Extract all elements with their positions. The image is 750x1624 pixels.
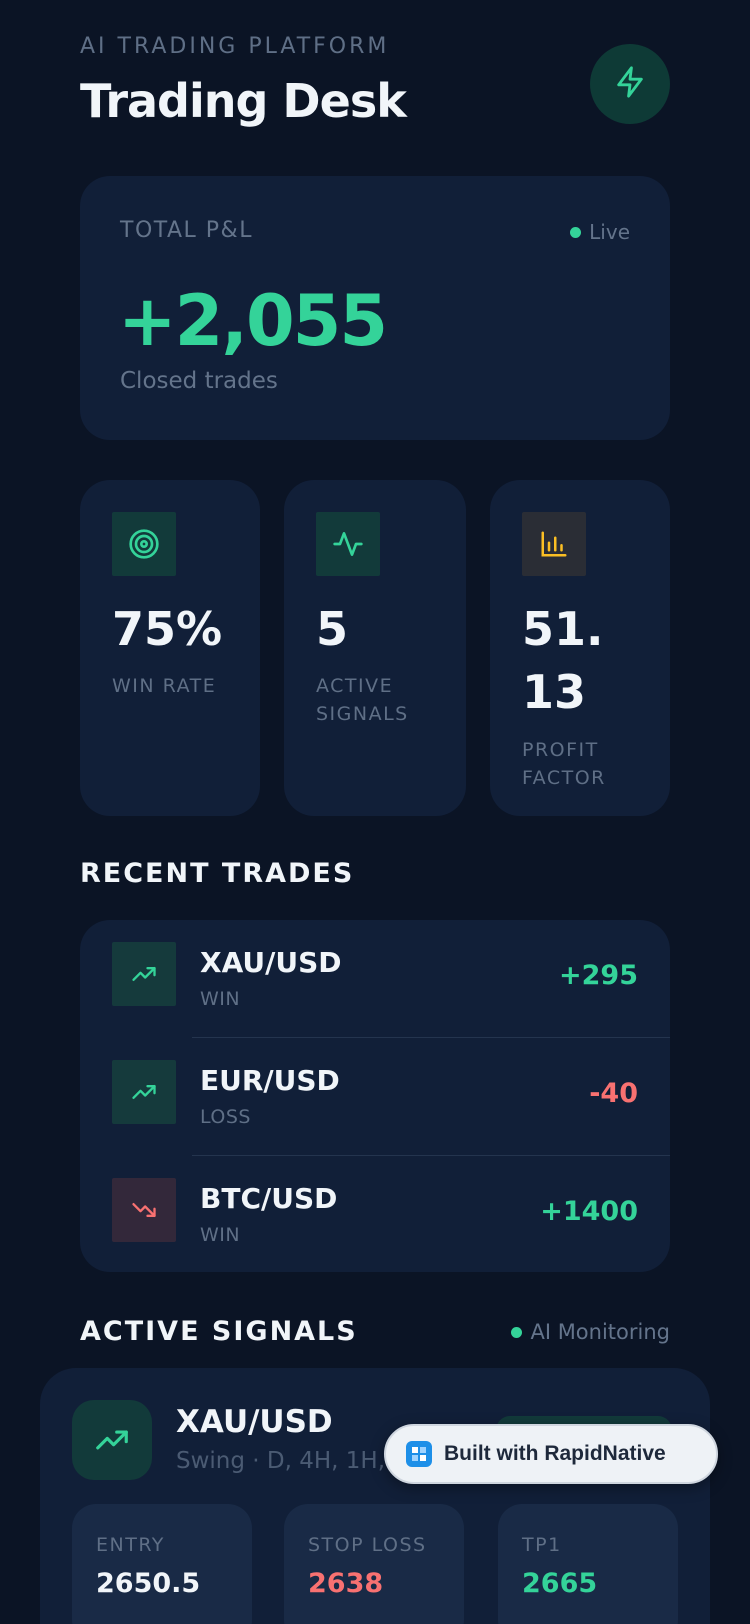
trade-pair: EUR/USD [200, 1064, 340, 1097]
active-signals-value: 5 [316, 602, 349, 656]
trade-status: WIN [200, 1224, 241, 1246]
win-rate-value: 75% [112, 602, 223, 656]
total-pnl-card: TOTAL P&L Live +2,055 Closed trades [80, 176, 670, 440]
live-indicator: Live [570, 220, 630, 244]
trade-row[interactable]: EUR/USD LOSS -40 [80, 1038, 670, 1156]
page-title: Trading Desk [80, 74, 407, 128]
trade-row[interactable]: XAU/USD WIN +295 [80, 920, 670, 1038]
recent-trades-list: XAU/USD WIN +295 EUR/USD LOSS -40 BTC/US… [80, 920, 670, 1272]
target-icon [112, 512, 176, 576]
trade-pnl: +295 [559, 960, 638, 991]
recent-trades-title: RECENT TRADES [80, 858, 355, 889]
pnl-subtitle: Closed trades [120, 368, 278, 394]
rapidnative-badge[interactable]: Built with RapidNative [384, 1424, 718, 1484]
win-rate-card[interactable]: 75% WIN RATE [80, 480, 260, 816]
tp1-label: TP1 [522, 1534, 562, 1556]
trade-pnl: +1400 [540, 1196, 638, 1227]
platform-eyebrow: AI TRADING PLATFORM [80, 34, 390, 59]
pnl-label: TOTAL P&L [120, 218, 253, 243]
signal-pair: XAU/USD [176, 1404, 333, 1440]
tp1-level: TP1 2665 [498, 1504, 678, 1624]
trending-up-icon [72, 1400, 152, 1480]
activity-icon [316, 512, 380, 576]
profit-factor-card[interactable]: 51.13 PROFIT FACTOR [490, 480, 670, 816]
stop-loss-level: STOP LOSS 2638 [284, 1504, 464, 1624]
ai-monitoring-indicator: AI Monitoring [511, 1320, 670, 1344]
win-rate-label: WIN RATE [112, 675, 217, 697]
trade-status: WIN [200, 988, 241, 1010]
profit-factor-label: PROFIT FACTOR [522, 739, 606, 789]
pnl-value: +2,055 [118, 280, 388, 362]
bar-chart-icon [522, 512, 586, 576]
signal-meta: Swing · D, 4H, 1H, 3 [176, 1448, 407, 1474]
active-signals-label: ACTIVE SIGNALS [316, 675, 409, 725]
entry-label: ENTRY [96, 1534, 165, 1556]
entry-value: 2650.5 [96, 1568, 201, 1599]
badge-label: Built with RapidNative [444, 1442, 666, 1465]
live-label: Live [589, 220, 630, 244]
live-dot [570, 226, 582, 238]
trade-row[interactable]: BTC/USD WIN +1400 [80, 1156, 670, 1272]
signal-card[interactable]: XAU/USD Swing · D, 4H, 1H, 3 ENTRY 2650.… [40, 1368, 710, 1624]
active-signals-card[interactable]: 5 ACTIVE SIGNALS [284, 480, 466, 816]
tp1-value: 2665 [522, 1568, 598, 1599]
trade-pair: BTC/USD [200, 1182, 338, 1215]
quick-action-button[interactable] [590, 44, 670, 124]
trending-down-icon [112, 1178, 176, 1242]
bolt-icon [613, 65, 647, 103]
rapidnative-logo-icon [406, 1441, 432, 1467]
trending-up-icon [112, 1060, 176, 1124]
profit-factor-value: 51.13 [522, 602, 604, 719]
trade-pnl: -40 [589, 1078, 638, 1109]
trade-pair: XAU/USD [200, 946, 342, 979]
trending-up-icon [112, 942, 176, 1006]
stop-loss-value: 2638 [308, 1568, 384, 1599]
trade-status: LOSS [200, 1106, 251, 1128]
monitoring-dot [511, 1326, 523, 1338]
entry-level: ENTRY 2650.5 [72, 1504, 252, 1624]
ai-monitoring-label: AI Monitoring [530, 1320, 670, 1344]
stop-loss-label: STOP LOSS [308, 1534, 427, 1556]
active-signals-title: ACTIVE SIGNALS [80, 1316, 358, 1347]
